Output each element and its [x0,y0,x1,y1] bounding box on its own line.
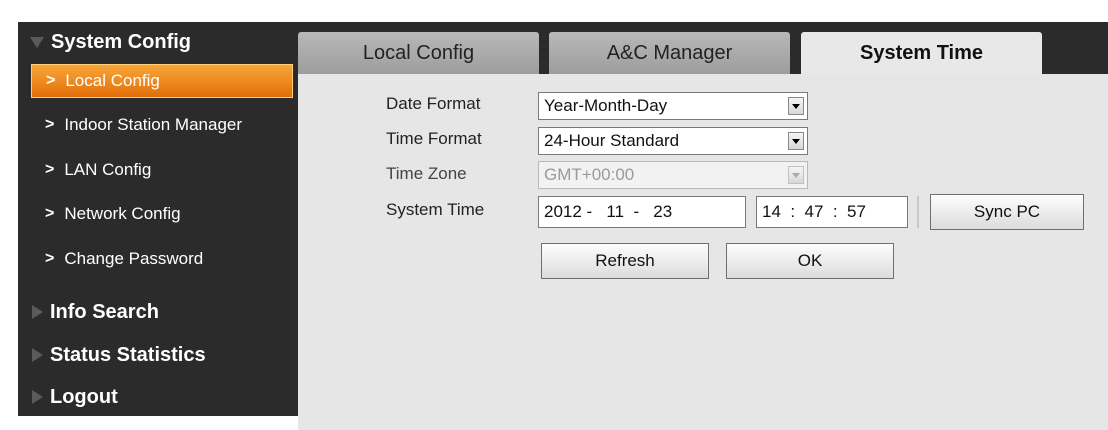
sidebar-section-info-search[interactable]: Info Search [18,292,295,332]
separator [917,196,919,228]
system-time-label: System Time [386,200,485,219]
refresh-button[interactable]: Refresh [541,243,709,279]
time-input[interactable]: 14 : 47 : 57 [756,196,908,228]
sidebar-item-label: Change Password [64,249,204,268]
time-zone-label: Time Zone [386,164,467,183]
chevron-right-icon: > [45,205,55,222]
time-zone-select[interactable]: GMT+00:00 [538,161,808,189]
triangle-right-icon [32,348,43,362]
date-format-select[interactable]: Year-Month-Day [538,92,808,120]
chevron-right-icon: > [45,250,55,267]
tab-local-config[interactable]: Local Config [298,32,539,74]
date-input[interactable]: 2012 - 11 - 23 [538,196,746,228]
sidebar-item-local-config[interactable]: > Local Config [31,64,293,98]
tab-ac-manager[interactable]: A&C Manager [549,32,790,74]
chevron-right-icon: > [45,161,55,178]
sidebar-section-status-statistics[interactable]: Status Statistics [18,335,295,375]
date-format-label: Date Format [386,94,481,113]
chevron-right-icon: > [46,72,56,89]
sidebar-item-network-config[interactable]: > Network Config [31,197,293,231]
section-label: Logout [50,385,118,408]
date-format-value: Year-Month-Day [544,96,668,115]
ok-button[interactable]: OK [726,243,894,279]
sidebar-item-label: Local Config [65,71,160,90]
triangle-right-icon [32,305,43,319]
section-label: System Config [51,30,192,53]
sidebar-item-label: Network Config [64,204,181,223]
triangle-right-icon [32,390,43,404]
time-format-select[interactable]: 24-Hour Standard [538,127,808,155]
sidebar: System Config > Local Config > Indoor St… [18,22,295,416]
sidebar-item-change-password[interactable]: > Change Password [31,242,293,276]
sidebar-section-system-config[interactable]: System Config [18,22,295,62]
sync-pc-button[interactable]: Sync PC [930,194,1084,230]
triangle-down-icon [30,36,44,48]
section-label: Status Statistics [50,343,206,366]
time-format-value: 24-Hour Standard [544,131,680,150]
sidebar-item-label: LAN Config [64,160,152,179]
time-zone-value: GMT+00:00 [544,165,635,184]
tab-system-time[interactable]: System Time [801,32,1042,74]
chevron-right-icon: > [45,116,55,133]
settings-panel: Date Format Year-Month-Day Time Format 2… [298,74,1108,430]
main-content: Local Config A&C Manager System Time Dat… [298,32,1108,430]
time-format-label: Time Format [386,129,482,148]
sidebar-item-label: Indoor Station Manager [64,115,243,134]
sidebar-item-lan-config[interactable]: > LAN Config [31,153,293,187]
section-label: Info Search [50,300,159,323]
sidebar-section-logout[interactable]: Logout [18,377,295,417]
sidebar-item-indoor-station-manager[interactable]: > Indoor Station Manager [31,108,293,142]
chevron-down-icon[interactable] [788,97,804,115]
chevron-down-icon [788,166,804,184]
chevron-down-icon[interactable] [788,132,804,150]
